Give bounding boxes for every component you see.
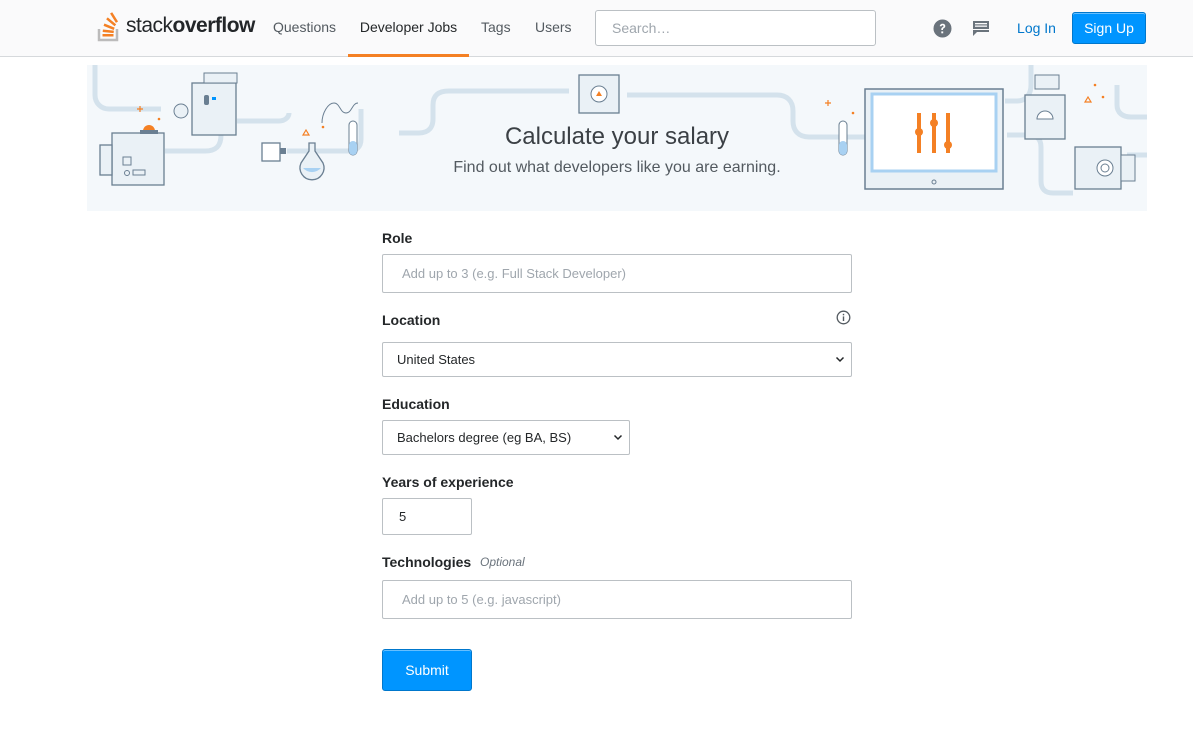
education-select[interactable]: Bachelors degree (eg BA, BS) [382, 420, 630, 455]
signup-button[interactable]: Sign Up [1072, 12, 1146, 44]
inbox-icon[interactable] [970, 17, 992, 39]
search-input[interactable] [595, 10, 876, 46]
chevron-down-icon [835, 356, 845, 363]
info-icon[interactable] [836, 310, 851, 325]
technologies-input[interactable] [382, 580, 852, 619]
role-input[interactable] [382, 254, 852, 293]
salary-banner: Calculate your salary Find out what deve… [87, 65, 1147, 211]
stackoverflow-logo-icon [97, 12, 119, 42]
chevron-down-icon [613, 434, 623, 441]
nav-developer-jobs[interactable]: Developer Jobs [348, 0, 469, 57]
logo-text-light: stack [126, 14, 173, 37]
education-label: Education [382, 396, 450, 412]
role-label: Role [382, 230, 413, 246]
nav-tags[interactable]: Tags [481, 0, 511, 57]
nav-questions[interactable]: Questions [273, 0, 336, 57]
banner-subtitle: Find out what developers like you are ea… [453, 159, 781, 176]
technologies-label: Technologies [382, 554, 472, 570]
top-bar: stackoverflow Questions Developer Jobs T… [0, 0, 1193, 57]
banner-title: Calculate your salary [504, 123, 730, 150]
stackoverflow-logo[interactable]: stackoverflow [97, 10, 255, 42]
nav-users[interactable]: Users [535, 0, 572, 57]
experience-label: Years of experience [382, 474, 514, 490]
submit-button[interactable]: Submit [382, 649, 472, 691]
optional-label: Optional [480, 555, 525, 569]
help-icon[interactable] [931, 17, 953, 39]
education-select-value: Bachelors degree (eg BA, BS) [397, 430, 572, 445]
location-select-value: United States [397, 352, 476, 367]
location-label: Location [382, 312, 441, 328]
logo-text-bold: overflow [172, 14, 256, 37]
login-button[interactable]: Log In [1008, 12, 1065, 44]
experience-input[interactable] [382, 498, 472, 535]
location-select[interactable]: United States [382, 342, 852, 377]
